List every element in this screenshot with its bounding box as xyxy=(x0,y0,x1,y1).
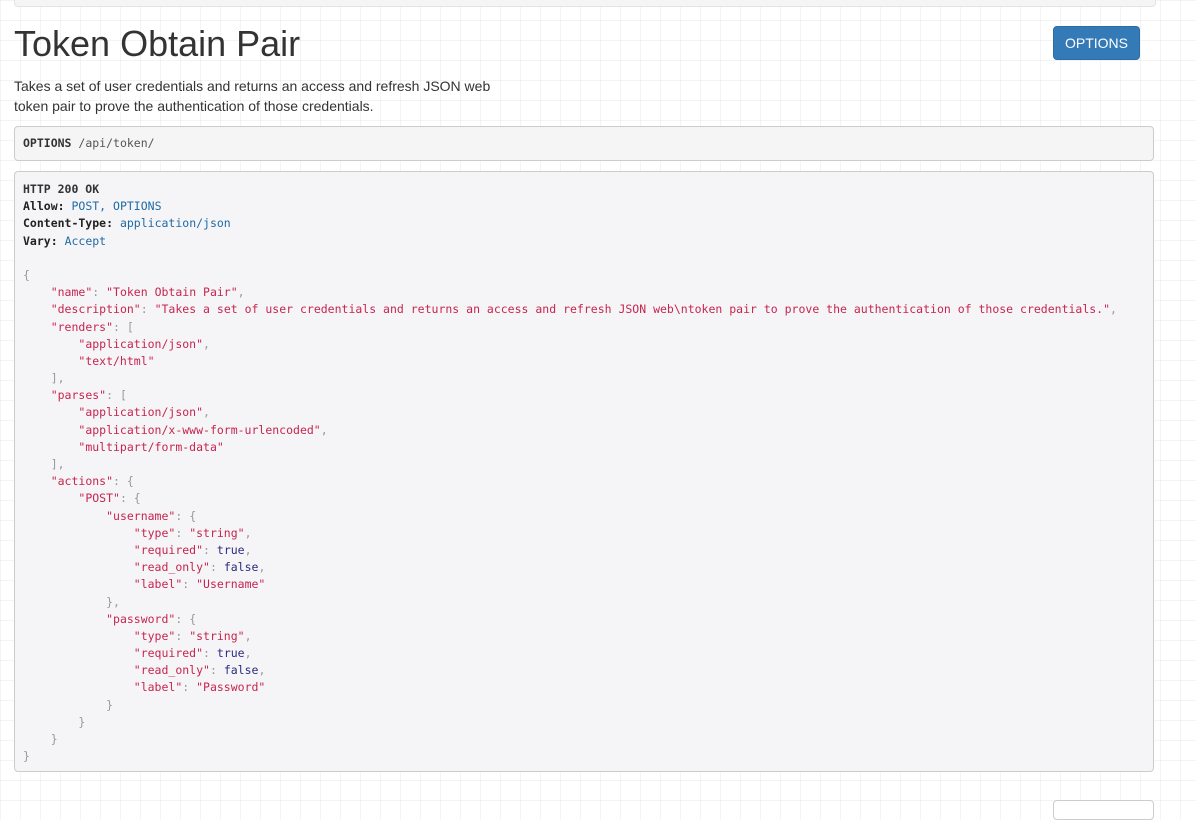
options-button[interactable]: OPTIONS xyxy=(1053,26,1140,60)
header-vary-key: Vary: xyxy=(23,233,58,248)
json-value-required: true xyxy=(216,542,245,557)
previous-panel-edge xyxy=(14,0,1156,7)
json-value-label: "Username" xyxy=(196,577,266,592)
response-info: HTTP 200 OK Allow: POST, OPTIONS Content… xyxy=(14,171,1154,772)
json-key-label: "label" xyxy=(133,680,183,695)
json-value-label: "Password" xyxy=(196,680,266,695)
header-vary-value: Accept xyxy=(64,233,107,248)
json-value-read-only: false xyxy=(223,663,259,678)
page-title: Token Obtain Pair xyxy=(14,23,301,64)
request-path: /api/token/ xyxy=(78,136,155,150)
header-allow-key: Allow: xyxy=(23,199,65,214)
header-content-type-value: application/json xyxy=(119,216,231,231)
json-key-required: "required" xyxy=(133,542,204,557)
json-value-description: "Takes a set of user credentials and ret… xyxy=(154,302,1111,317)
header-content-type-key: Content-Type: xyxy=(23,216,114,231)
json-value-read-only: false xyxy=(223,560,259,575)
json-key-name: "name" xyxy=(50,285,93,300)
request-method: OPTIONS xyxy=(23,136,72,150)
json-value-name: "Token Obtain Pair" xyxy=(106,285,238,300)
header-allow-value: POST, OPTIONS xyxy=(71,199,162,214)
json-key-description: "description" xyxy=(50,302,141,317)
json-key-read-only: "read_only" xyxy=(133,663,210,678)
json-value-type: "string" xyxy=(189,525,245,540)
json-key-required: "required" xyxy=(133,646,204,661)
json-renders-item: "application/json" xyxy=(78,336,204,351)
request-info: OPTIONS /api/token/ xyxy=(14,126,1154,161)
json-key-parses: "parses" xyxy=(50,388,107,403)
json-key-read-only: "read_only" xyxy=(133,560,210,575)
next-section-button[interactable] xyxy=(1053,800,1154,820)
json-parses-item: "application/json" xyxy=(78,405,204,420)
json-value-required: true xyxy=(216,646,245,661)
json-key-username: "username" xyxy=(106,508,176,523)
json-renders-item: "text/html" xyxy=(78,353,155,368)
json-key-actions: "actions" xyxy=(50,474,114,489)
json-parses-item: "multipart/form-data" xyxy=(78,439,224,454)
json-value-type: "string" xyxy=(189,628,245,643)
json-key-label: "label" xyxy=(133,577,183,592)
json-key-password: "password" xyxy=(106,611,176,626)
status-line: HTTP 200 OK xyxy=(23,182,100,196)
json-parses-item: "application/x-www-form-urlencoded" xyxy=(78,422,321,437)
json-key-renders: "renders" xyxy=(50,319,114,334)
json-key-type: "type" xyxy=(133,628,176,643)
page-description: Takes a set of user credentials and retu… xyxy=(14,78,491,114)
json-key-type: "type" xyxy=(133,525,176,540)
json-key-post: "POST" xyxy=(78,491,120,506)
